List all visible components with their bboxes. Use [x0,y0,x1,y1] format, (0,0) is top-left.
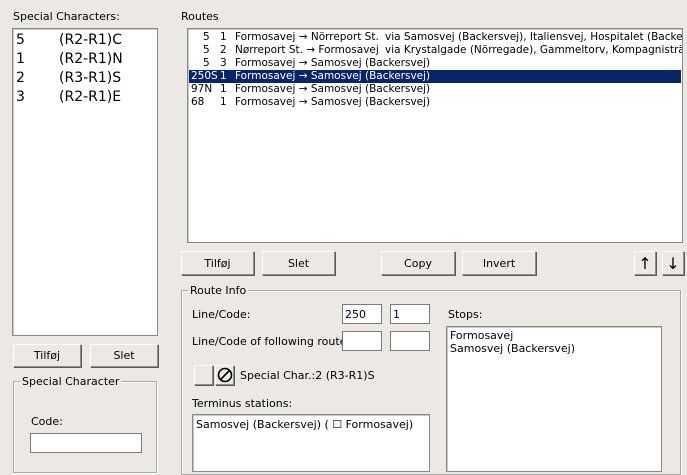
move-down-button[interactable]: ↓ [662,251,684,275]
table-row[interactable]: 5 1 Formosavej → Nörreport St. via Samos… [189,31,682,44]
copy-button[interactable]: Copy [381,251,455,275]
special-character-group-title: Special Character [20,375,122,388]
prohibited-icon [217,367,232,383]
routes-title: Routes [181,10,219,23]
terminus-label: Terminus stations: [192,397,293,410]
terminus-list[interactable]: Samosvej (Backersvej) ( ☐ Formosavej) [192,414,430,472]
special-characters-list[interactable]: 5 (R2-R1)C 1 (R2-R1)N 2 (R3-R1)S 3 (R2-R… [12,28,158,336]
following-line-field[interactable] [342,331,382,351]
special-character-group: Special Character Code: [13,375,157,473]
table-row[interactable]: 68 1 Formosavej → Samosvej (Backersvej) [189,96,681,109]
routes-list[interactable]: 5 1 Formosavej → Nörreport St. via Samos… [187,28,683,243]
code-label: Code: [31,415,63,428]
special-char-select-button[interactable] [194,365,213,385]
list-item[interactable]: Formosavej [450,329,658,342]
route-info-group: Route Info Line/Code: Line/Code of follo… [181,284,681,475]
stops-list[interactable]: Formosavej Samosvej (Backersvej) [446,326,662,472]
stops-label: Stops: [448,308,483,321]
route-delete-button[interactable]: Slet [262,251,335,275]
table-row[interactable]: 97N 1 Formosavej → Samosvej (Backersvej) [189,83,681,96]
table-row[interactable]: 5 2 Nørreport St. → Formosavej via Kryst… [189,44,682,57]
arrow-down-icon: ↓ [666,253,680,273]
following-code-field[interactable] [390,331,430,351]
table-row-selected[interactable]: 250S 1 Formosavej → Samosvej (Backersvej… [189,70,681,83]
blank-icon [199,370,209,380]
arrow-up-icon: ↑ [638,253,652,273]
list-item[interactable]: Samosvej (Backersvej) [450,342,658,355]
special-char-value: Special Char.:2 (R3-R1)S [240,369,375,382]
table-row[interactable]: 5 3 Formosavej → Samosvej (Backersvej) [189,57,681,70]
following-route-label: Line/Code of following route: [192,335,351,348]
route-add-button[interactable]: Tilføj [181,251,254,275]
invert-button[interactable]: Invert [462,251,536,275]
code-field[interactable] [30,433,142,453]
line-field[interactable] [342,304,382,324]
list-item[interactable]: Samosvej (Backersvej) ( ☐ Formosavej) [196,418,426,431]
special-add-button[interactable]: Tilføj [13,344,81,367]
special-characters-title: Special Characters: [13,10,120,23]
line-code-label: Line/Code: [192,308,251,321]
move-up-button[interactable]: ↑ [634,251,656,275]
clear-special-char-button[interactable] [215,365,234,385]
route-info-title: Route Info [188,284,249,297]
special-delete-button[interactable]: Slet [90,344,158,367]
code-field[interactable] [390,304,430,324]
